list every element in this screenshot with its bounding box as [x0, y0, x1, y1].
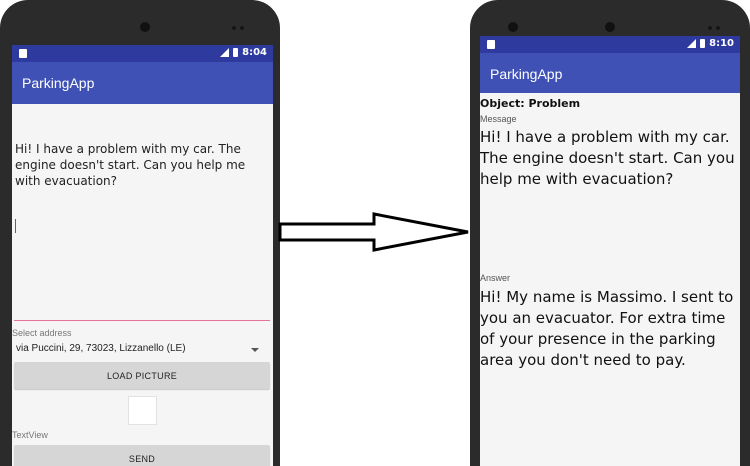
- signal-icon: [687, 39, 697, 48]
- status-bar: 8:10: [480, 36, 740, 53]
- status-bar: 8:04: [12, 45, 273, 62]
- message-text: Hi! I have a problem with my car. The en…: [480, 128, 735, 188]
- battery-icon: [700, 39, 706, 48]
- transition-arrow-icon: [278, 212, 469, 252]
- status-time: 8:10: [709, 38, 734, 49]
- answer-text: Hi! My name is Massimo. I sent to you an…: [480, 288, 734, 369]
- message-input-text[interactable]: Hi! I have a problem with my car. The en…: [15, 141, 271, 189]
- answer-label: Answer: [480, 273, 511, 283]
- front-camera-icon: [508, 22, 518, 32]
- sd-card-icon: [487, 40, 495, 49]
- app-title: ParkingApp: [22, 75, 95, 91]
- textview-label: TextView: [12, 430, 48, 440]
- load-picture-button[interactable]: LOAD PICTURE: [14, 362, 270, 389]
- send-button[interactable]: SEND: [14, 445, 270, 466]
- picture-preview: [128, 396, 157, 425]
- address-spinner[interactable]: via Puccini, 29, 73023, Lizzanello (LE): [16, 343, 262, 354]
- battery-icon: [233, 48, 239, 57]
- status-icons: 8:04: [220, 47, 267, 58]
- sensor-icon: [708, 26, 712, 30]
- status-time: 8:04: [242, 47, 267, 58]
- app-title: ParkingApp: [490, 66, 563, 82]
- message-label: Message: [480, 114, 517, 124]
- sensor-icon: [232, 26, 236, 30]
- left-screen: 8:04 ParkingApp Hi! I have a problem wit…: [12, 45, 273, 466]
- select-address-label: Select address: [12, 328, 72, 338]
- app-bar: ParkingApp: [480, 53, 740, 93]
- message-input-underline: [14, 320, 270, 321]
- sensor-icon: [240, 26, 244, 30]
- front-camera-icon: [605, 22, 615, 32]
- left-phone: 8:04 ParkingApp Hi! I have a problem wit…: [0, 0, 280, 466]
- status-icons: 8:10: [687, 38, 734, 49]
- signal-icon: [220, 48, 230, 57]
- front-camera-icon: [140, 22, 150, 32]
- sd-card-icon: [19, 49, 27, 58]
- object-line: Object: Problem: [480, 97, 581, 110]
- dropdown-arrow-icon[interactable]: [251, 348, 259, 352]
- sensor-icon: [716, 26, 720, 30]
- app-bar: ParkingApp: [12, 62, 273, 104]
- right-phone: 8:10 ParkingApp Object: Problem Message …: [470, 0, 750, 466]
- text-cursor: [15, 219, 16, 233]
- right-screen: 8:10 ParkingApp Object: Problem Message …: [480, 36, 740, 466]
